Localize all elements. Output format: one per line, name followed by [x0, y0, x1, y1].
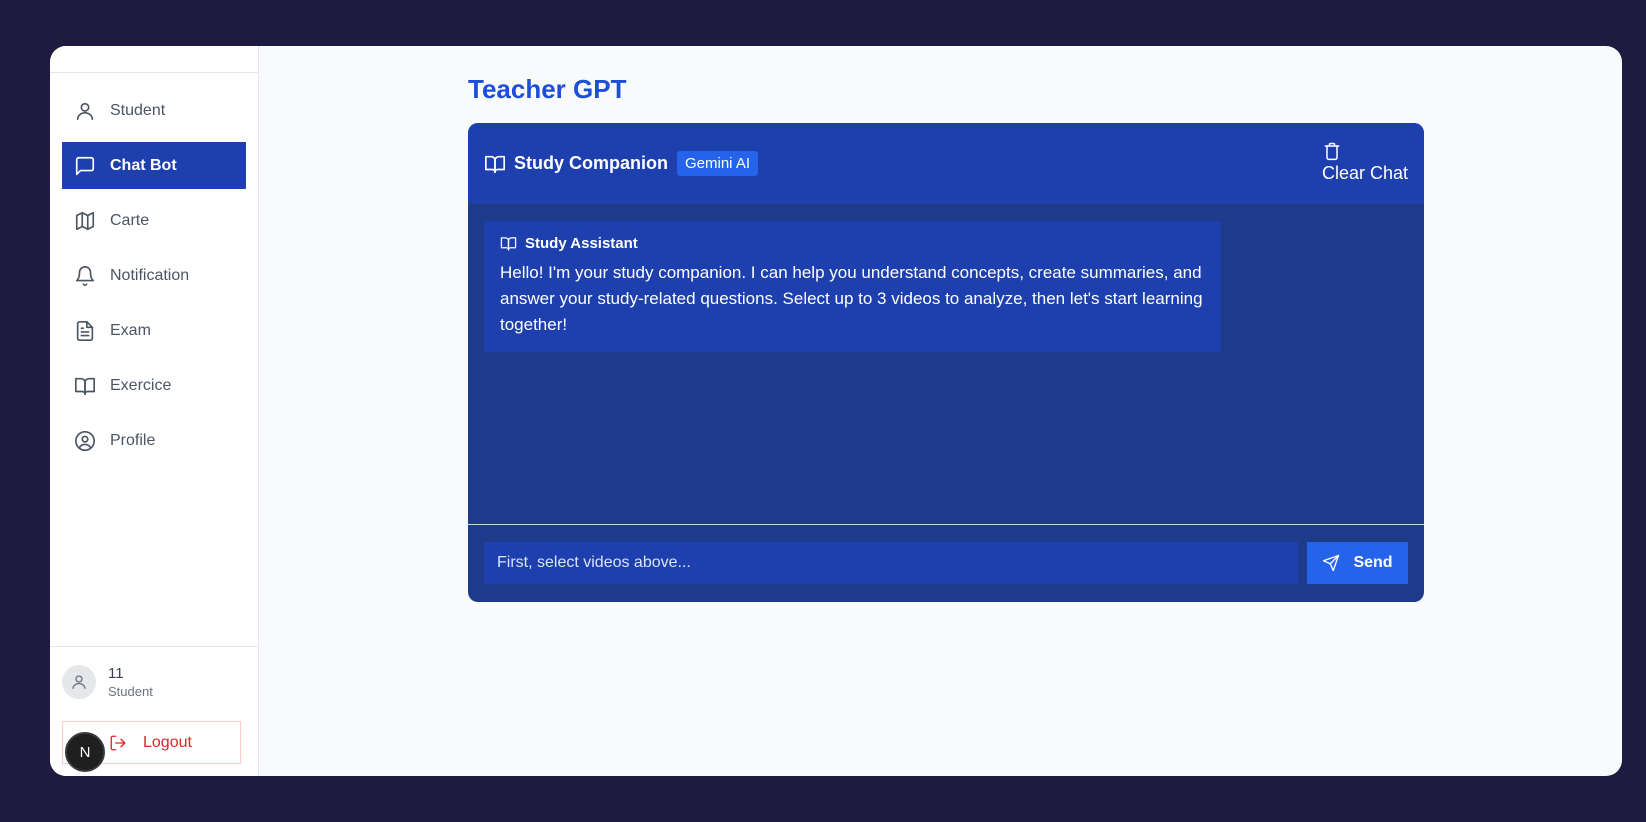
chat-input[interactable] [484, 542, 1298, 584]
app-window: Student Chat Bot Carte Notification Exam… [50, 46, 1622, 776]
send-button[interactable]: Send [1307, 542, 1408, 584]
sidebar-item-carte[interactable]: Carte [62, 197, 246, 244]
nextjs-dev-badge[interactable]: N [65, 732, 105, 772]
logout-label: Logout [143, 733, 192, 751]
sidebar-item-label: Profile [110, 431, 156, 449]
sidebar-item-label: Notification [110, 266, 190, 284]
user-name: 11 [108, 665, 124, 682]
sidebar-item-label: Exam [110, 321, 151, 339]
message-composer: Send [468, 524, 1424, 602]
sidebar-nav: Student Chat Bot Carte Notification Exam… [50, 73, 258, 464]
user-role: Student [108, 684, 153, 699]
chat-header: Study Companion Gemini AI Clear Chat [468, 123, 1424, 204]
sidebar-item-notification[interactable]: Notification [62, 252, 246, 299]
sidebar-item-label: Exercice [110, 376, 172, 394]
sidebar-item-label: Carte [110, 211, 150, 229]
message-list: Study Assistant Hello! I'm your study co… [468, 204, 1424, 524]
user-icon [72, 675, 86, 689]
trash-icon [1322, 141, 1342, 161]
sidebar-item-profile[interactable]: Profile [62, 417, 246, 464]
chat-title: Study Companion [514, 153, 668, 173]
sidebar-item-exercice[interactable]: Exercice [62, 362, 246, 409]
file-text-icon [74, 320, 96, 342]
user-info: 11 Student [50, 647, 258, 699]
sidebar-item-student[interactable]: Student [62, 87, 246, 134]
avatar [62, 665, 96, 699]
map-icon [74, 210, 96, 232]
message-square-icon [74, 155, 96, 177]
chat-panel: Study Companion Gemini AI Clear Chat Stu… [468, 123, 1424, 602]
user-circle-icon [74, 430, 96, 452]
sidebar-header [50, 46, 258, 73]
model-badge: Gemini AI [677, 151, 759, 176]
book-open-icon [74, 375, 96, 397]
user-icon [74, 100, 96, 122]
sidebar: Student Chat Bot Carte Notification Exam… [50, 46, 259, 776]
page-title: Teacher GPT [468, 74, 627, 104]
send-icon [1322, 554, 1340, 572]
clear-chat-button[interactable]: Clear Chat [1322, 141, 1408, 184]
logout-icon [109, 734, 127, 752]
main-content: Teacher GPT Study Companion Gemini AI Cl… [259, 46, 1622, 776]
message-sender: Study Assistant [525, 235, 638, 252]
assistant-message: Study Assistant Hello! I'm your study co… [484, 221, 1221, 352]
message-text: Hello! I'm your study companion. I can h… [500, 263, 1203, 334]
message-header: Study Assistant [500, 235, 1205, 252]
sidebar-item-label: Student [110, 101, 166, 119]
book-open-icon [500, 235, 517, 252]
sidebar-item-chat-bot[interactable]: Chat Bot [62, 142, 246, 189]
book-open-icon [484, 153, 506, 175]
sidebar-footer: 11 Student Logout N [50, 646, 258, 776]
sidebar-item-exam[interactable]: Exam [62, 307, 246, 354]
bell-icon [74, 265, 96, 287]
clear-chat-label: Clear Chat [1321, 163, 1408, 183]
sidebar-item-label: Chat Bot [110, 156, 177, 174]
send-label: Send [1353, 554, 1393, 571]
